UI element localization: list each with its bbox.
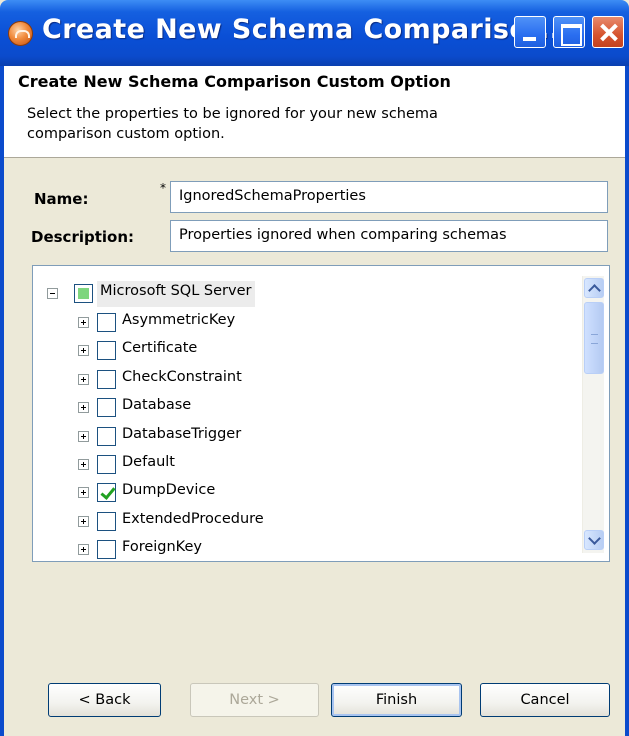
expand-icon[interactable] bbox=[78, 515, 89, 527]
properties-tree[interactable]: Microsoft SQL Server AsymmetricKey Certif… bbox=[32, 265, 610, 562]
tree-item-label: ExtendedProcedure bbox=[122, 510, 264, 527]
scroll-down-icon[interactable] bbox=[584, 530, 604, 550]
page-description: Select the properties to be ignored for … bbox=[27, 106, 438, 142]
root-checkbox[interactable] bbox=[74, 284, 93, 303]
close-icon[interactable] bbox=[592, 16, 624, 48]
collapse-icon[interactable] bbox=[47, 288, 58, 299]
description-field[interactable]: Properties ignored when comparing schema… bbox=[170, 220, 608, 252]
tree-item-label: CheckConstraint bbox=[122, 368, 242, 385]
expand-icon[interactable] bbox=[78, 430, 89, 442]
tree-item[interactable]: AsymmetricKey bbox=[33, 310, 533, 336]
name-label: Name: bbox=[34, 190, 89, 208]
expand-icon[interactable] bbox=[78, 373, 89, 385]
tree-item-checkbox[interactable] bbox=[97, 511, 116, 531]
expand-icon[interactable] bbox=[78, 544, 89, 556]
finish-button[interactable]: Finish bbox=[331, 683, 462, 717]
expand-icon[interactable] bbox=[78, 345, 89, 357]
tree-item-label: DumpDevice bbox=[122, 482, 216, 499]
tree-item-checkbox[interactable] bbox=[97, 398, 116, 418]
tree-item-checkbox[interactable] bbox=[97, 540, 116, 560]
tree-item-label: DatabaseTrigger bbox=[122, 425, 242, 442]
tree-root-label: Microsoft SQL Server bbox=[97, 281, 256, 307]
tree-item-label: Default bbox=[122, 454, 175, 470]
maximize-icon[interactable] bbox=[553, 16, 585, 48]
tree-item[interactable]: DatabaseTrigger bbox=[33, 424, 533, 450]
tree-item-checkbox[interactable] bbox=[97, 313, 116, 332]
tree-scrollbar[interactable] bbox=[582, 276, 604, 553]
tree-item-checkbox[interactable] bbox=[97, 455, 116, 474]
next-button[interactable]: Next > bbox=[190, 683, 319, 717]
window-border-right bbox=[625, 66, 629, 736]
required-marker: * bbox=[160, 181, 166, 195]
description-label: Description: bbox=[31, 228, 135, 246]
name-field[interactable]: IgnoredSchemaProperties bbox=[170, 181, 608, 213]
expand-icon[interactable] bbox=[78, 487, 89, 499]
back-button[interactable]: < Back bbox=[48, 683, 161, 717]
tree-item[interactable]: ExtendedProcedure bbox=[33, 509, 533, 535]
scroll-thumb[interactable] bbox=[584, 302, 604, 374]
tree-item-checkbox[interactable] bbox=[97, 426, 116, 446]
page-title: Create New Schema Comparison Custom Opti… bbox=[18, 72, 451, 91]
tree-item[interactable]: DumpDevice bbox=[33, 480, 533, 506]
expand-icon[interactable] bbox=[78, 459, 89, 470]
window-border-left bbox=[0, 66, 4, 736]
tree-item-checkbox[interactable] bbox=[97, 369, 116, 389]
tree-item[interactable]: Database bbox=[33, 395, 533, 421]
tree-item-checkbox[interactable] bbox=[97, 483, 116, 503]
tree-item-label: AsymmetricKey bbox=[122, 312, 236, 328]
tree-item-label: Certificate bbox=[122, 340, 198, 357]
title-bar[interactable]: Create New Schema Compariso... bbox=[0, 0, 629, 66]
expand-icon[interactable] bbox=[78, 317, 89, 328]
app-icon bbox=[8, 21, 33, 46]
tree-item-checkbox[interactable] bbox=[97, 341, 116, 361]
expand-icon[interactable] bbox=[78, 402, 89, 414]
scroll-up-icon[interactable] bbox=[584, 278, 604, 298]
tree-item[interactable]: Certificate bbox=[33, 338, 533, 364]
tree-item-label: Database bbox=[122, 397, 192, 414]
window-title: Create New Schema Compariso... bbox=[42, 14, 561, 45]
tree-item[interactable]: CheckConstraint bbox=[33, 367, 533, 393]
tree-item-label: ForeignKey bbox=[122, 539, 202, 556]
tree-item[interactable]: Default bbox=[33, 452, 533, 478]
tree-root-row[interactable]: Microsoft SQL Server bbox=[33, 281, 333, 307]
tree-item[interactable]: ForeignKey bbox=[33, 537, 533, 561]
wizard-header: Create New Schema Comparison Custom Opti… bbox=[4, 66, 625, 158]
cancel-button[interactable]: Cancel bbox=[480, 683, 610, 717]
minimize-icon[interactable] bbox=[514, 16, 546, 48]
